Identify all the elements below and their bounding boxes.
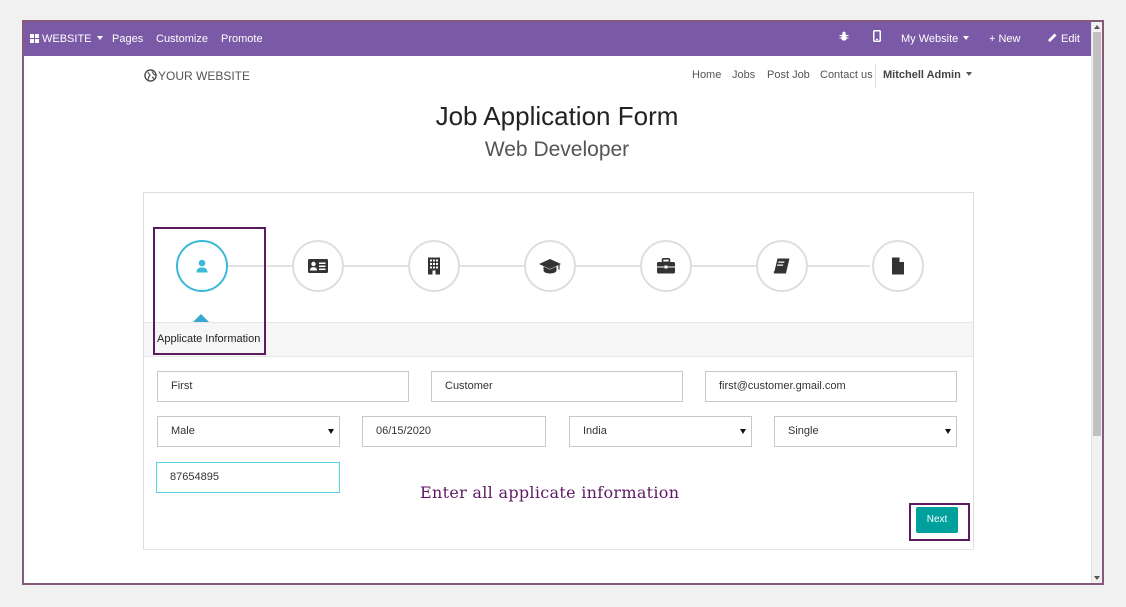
wizard-step-3[interactable] [408, 240, 460, 292]
briefcase-icon [657, 258, 675, 274]
edit-button[interactable]: Edit [1047, 22, 1080, 56]
id-card-icon [308, 259, 328, 273]
nav-post-job[interactable]: Post Job [767, 69, 810, 81]
last-name-input[interactable]: Customer [431, 371, 683, 402]
pages-menu[interactable]: Pages [112, 22, 143, 56]
nav-home[interactable]: Home [692, 69, 721, 81]
caret-down-icon [963, 36, 970, 40]
new-content-button[interactable]: + New [989, 22, 1021, 56]
marital-status-select[interactable]: Single [774, 416, 957, 447]
country-select[interactable]: India [569, 416, 752, 447]
customize-menu[interactable]: Customize [156, 22, 208, 56]
instruction-annotation: Enter all applicate information [420, 483, 680, 502]
building-icon [428, 257, 440, 275]
first-name-input[interactable]: First [157, 371, 409, 402]
apps-menu-label: WEBSITE [42, 33, 92, 45]
browser-frame: WEBSITE Pages Customize Promote My Websi… [22, 20, 1104, 585]
website-editor-topbar: WEBSITE Pages Customize Promote My Websi… [24, 22, 1092, 56]
phone-input[interactable]: 87654895 [156, 462, 340, 493]
user-name: Mitchell Admin [883, 69, 961, 81]
apps-grid-icon [30, 34, 39, 43]
edit-button-label: Edit [1061, 33, 1080, 45]
website-switcher-label: My Website [901, 33, 959, 45]
select-arrow-icon [740, 429, 746, 434]
book-icon [773, 258, 790, 274]
gender-select-value: Male [171, 425, 195, 437]
select-arrow-icon [945, 429, 951, 434]
wizard-step-4[interactable] [524, 240, 576, 292]
user-menu[interactable]: Mitchell Admin [883, 69, 972, 81]
file-icon [892, 257, 904, 275]
marital-status-select-value: Single [788, 425, 819, 437]
wizard-step-7[interactable] [872, 240, 924, 292]
scrollbar-thumb[interactable] [1093, 32, 1101, 436]
wizard-step-2[interactable] [292, 240, 344, 292]
card-bottom-divider [143, 549, 973, 550]
birth-date-input[interactable]: 06/15/2020 [362, 416, 546, 447]
globe-icon [144, 69, 157, 82]
country-select-value: India [583, 425, 607, 437]
email-input[interactable]: first@customer.gmail.com [705, 371, 957, 402]
active-step-highlight [153, 227, 266, 355]
step-label-bar [144, 322, 973, 357]
job-position-subtitle: Web Developer [484, 138, 630, 161]
select-arrow-icon [328, 429, 334, 434]
graduation-cap-icon [539, 259, 561, 274]
website-switcher[interactable]: My Website [901, 22, 970, 56]
gender-select[interactable]: Male [157, 416, 340, 447]
debug-bug-icon[interactable] [839, 22, 849, 56]
site-logo[interactable]: YOUR WEBSITE [144, 69, 250, 83]
scroll-down-arrow-icon[interactable] [1094, 576, 1100, 580]
nav-divider [875, 64, 876, 88]
site-logo-text: YOUR WEBSITE [158, 69, 251, 83]
apps-menu[interactable]: WEBSITE [30, 22, 103, 56]
nav-contact-us[interactable]: Contact us [820, 69, 873, 81]
mobile-preview-icon[interactable] [873, 22, 881, 56]
pencil-icon [1048, 33, 1057, 42]
scroll-up-arrow-icon[interactable] [1094, 25, 1100, 29]
wizard-step-5[interactable] [640, 240, 692, 292]
vertical-scrollbar[interactable] [1091, 22, 1102, 583]
nav-jobs[interactable]: Jobs [732, 69, 755, 81]
page-title: Job Application Form [435, 101, 679, 131]
caret-down-icon [96, 36, 103, 40]
caret-down-icon [965, 72, 972, 76]
next-button[interactable]: Next [916, 507, 958, 533]
wizard-step-6[interactable] [756, 240, 808, 292]
promote-menu[interactable]: Promote [221, 22, 263, 56]
